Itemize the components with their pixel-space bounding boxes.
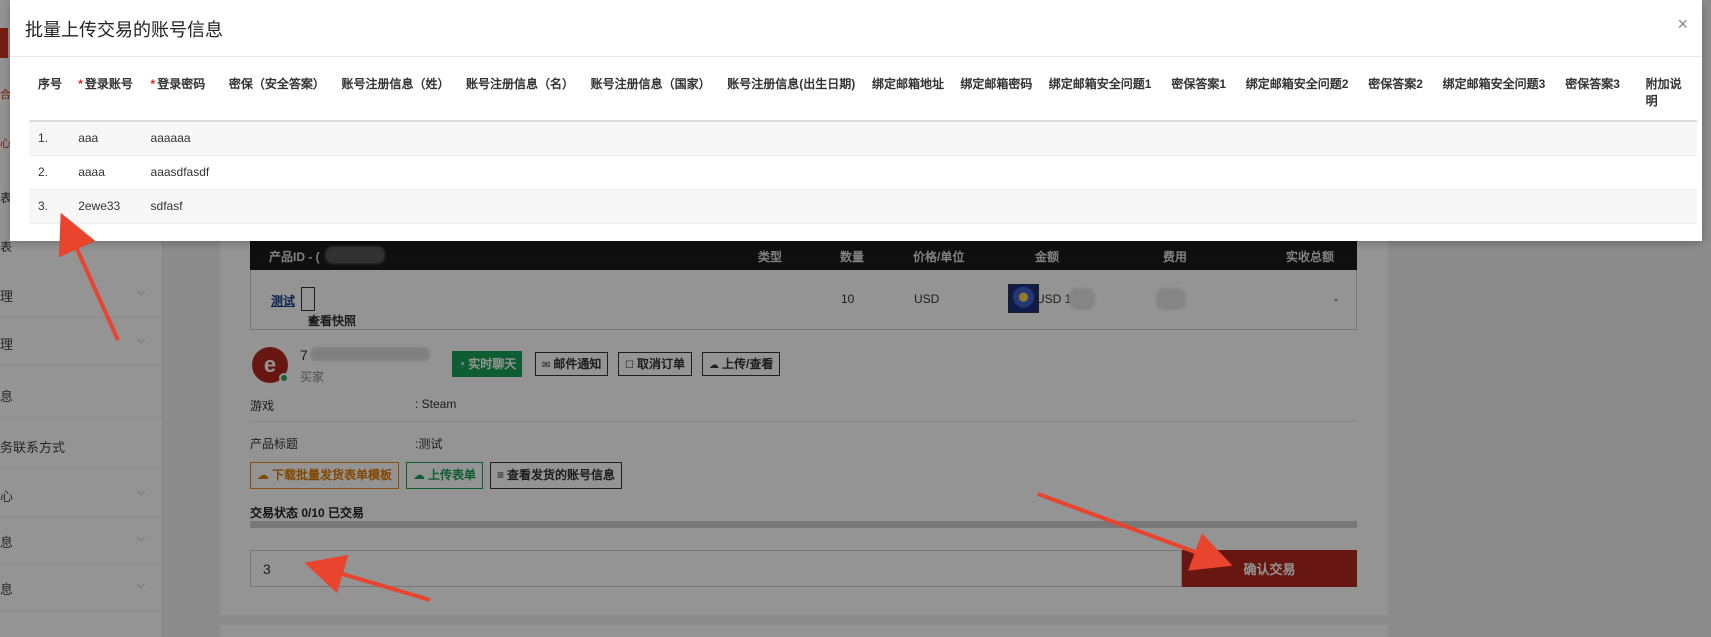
table-cell: 3.: [29, 189, 70, 224]
table-cell: [951, 121, 1040, 156]
required-marker: *: [78, 77, 83, 91]
col-header: * 登录账号: [69, 70, 142, 122]
table-cell: [718, 155, 863, 190]
col-header-label: 账号注册信息（国家）: [590, 77, 711, 91]
table-row: 2. aaaa aaasdfasdf: [29, 155, 1697, 190]
col-header-label: 绑定邮箱安全问题3: [1442, 77, 1546, 91]
table-cell: [1359, 189, 1434, 224]
table-cell: [1039, 155, 1163, 190]
table-cell: [219, 189, 333, 224]
col-header-label: 密保（安全答案）: [228, 77, 325, 91]
col-header-label: 密保答案3: [1565, 77, 1620, 91]
table-cell: aaaa: [69, 155, 142, 190]
table-cell: [1236, 189, 1360, 224]
table-cell: [1162, 155, 1237, 190]
table-cell: [1556, 121, 1637, 156]
col-header-label: 账号注册信息(出生日期): [727, 77, 856, 91]
col-header: 账号注册信息（国家）: [581, 70, 719, 122]
table-cell: [718, 189, 863, 224]
accounts-table: 序号 * 登录账号 * 登录密码 密保（安全答案） 账号注册信息（姓） 账号注册信息（名） 账号…: [29, 70, 1697, 224]
col-header-label: 密保答案2: [1368, 77, 1423, 91]
col-header: 绑定邮箱安全问题2: [1236, 70, 1360, 122]
table-cell: [951, 155, 1040, 190]
col-header-label: 绑定邮箱安全问题2: [1245, 77, 1349, 91]
table-cell: [1556, 189, 1637, 224]
table-cell: [862, 155, 952, 190]
table-cell: 2.: [29, 155, 70, 190]
table-cell: [332, 189, 458, 224]
batch-upload-modal: 批量上传交易的账号信息 × 序号 * 登录账号 * 登录密码 密保（安全答案） 账号注册信息…: [10, 0, 1702, 241]
col-header-label: 登录密码: [157, 77, 206, 91]
table-cell: [1636, 155, 1697, 190]
close-icon[interactable]: ×: [1677, 14, 1688, 35]
col-header-label: 附加说明: [1645, 77, 1682, 108]
table-cell: [1359, 121, 1434, 156]
modal-title: 批量上传交易的账号信息: [25, 20, 223, 40]
table-row: 3. 2ewe33 sdfasf: [29, 189, 1697, 224]
table-cell: [718, 121, 863, 156]
table-cell: [1636, 189, 1697, 224]
table-cell: aaaaaa: [141, 121, 220, 156]
table-cell: [457, 155, 582, 190]
col-header-label: 密保答案1: [1171, 77, 1227, 91]
table-cell: [1039, 189, 1163, 224]
table-cell: [457, 121, 582, 156]
accounts-table-body: 1. aaa aaaaaa 2. aaaa aaasdfasdf 3. 2ewe33 sdfas…: [29, 121, 1697, 224]
table-cell: [581, 189, 719, 224]
col-header-label: 账号注册信息（姓）: [341, 77, 450, 91]
table-cell: [219, 155, 333, 190]
table-cell: [581, 121, 719, 156]
table-cell: 1.: [29, 121, 70, 156]
table-cell: [1359, 155, 1434, 190]
modal-divider: [10, 56, 1702, 57]
table-cell: [332, 121, 458, 156]
col-header-label: 绑定邮箱密码: [960, 77, 1033, 91]
col-header: 附加说明: [1636, 70, 1697, 122]
table-cell: [457, 189, 582, 224]
col-header-label: 绑定邮箱安全问题1: [1048, 77, 1152, 91]
col-header: 账号注册信息（姓）: [332, 70, 458, 122]
table-cell: [581, 155, 719, 190]
table-cell: [862, 189, 952, 224]
table-cell: [1162, 121, 1237, 156]
table-row: 1. aaa aaaaaa: [29, 121, 1697, 156]
table-cell: [1433, 155, 1557, 190]
col-header: 密保（安全答案）: [219, 70, 333, 122]
col-header: 密保答案2: [1359, 70, 1434, 122]
table-cell: [1039, 121, 1163, 156]
col-header-label: 登录账号: [84, 77, 133, 91]
table-cell: aaa: [69, 121, 142, 156]
col-header: 密保答案1: [1162, 70, 1237, 122]
table-cell: [1433, 121, 1557, 156]
col-header: 序号: [29, 70, 70, 122]
table-cell: [1236, 121, 1360, 156]
table-cell: [1556, 155, 1637, 190]
col-header-label: 账号注册信息（名）: [466, 77, 575, 91]
table-cell: [1236, 155, 1360, 190]
required-marker: *: [150, 77, 156, 91]
col-header: 绑定邮箱密码: [951, 70, 1040, 122]
table-cell: 2ewe33: [69, 189, 142, 224]
col-header-label: 绑定邮箱地址: [871, 77, 944, 91]
col-header: 密保答案3: [1556, 70, 1637, 122]
col-header: 绑定邮箱安全问题1: [1039, 70, 1163, 122]
table-cell: [951, 189, 1040, 224]
col-header: 账号注册信息(出生日期): [718, 70, 863, 122]
col-header: 绑定邮箱地址: [862, 70, 952, 122]
table-cell: [1433, 189, 1557, 224]
table-cell: aaasdfasdf: [141, 155, 220, 190]
table-cell: sdfasf: [141, 189, 220, 224]
col-header: 账号注册信息（名）: [457, 70, 582, 122]
col-header: 绑定邮箱安全问题3: [1433, 70, 1557, 122]
accounts-table-header: 序号 * 登录账号 * 登录密码 密保（安全答案） 账号注册信息（姓） 账号注册信息（名） 账号…: [29, 70, 1697, 122]
table-cell: [1636, 121, 1697, 156]
col-header: * 登录密码: [141, 70, 220, 122]
col-header-label: 序号: [38, 77, 63, 91]
table-cell: [1162, 189, 1237, 224]
table-cell: [862, 121, 952, 156]
table-cell: [219, 121, 333, 156]
table-cell: [332, 155, 458, 190]
